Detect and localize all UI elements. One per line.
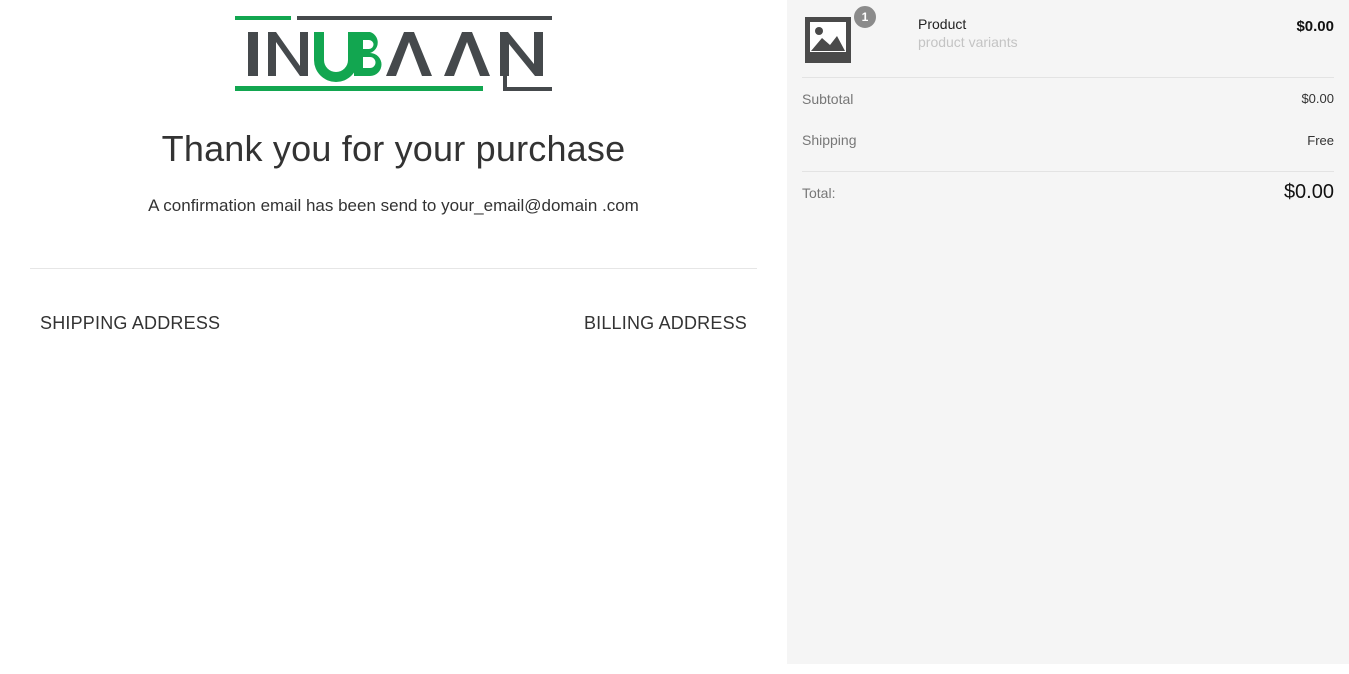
total-label: Total: — [802, 185, 836, 201]
subtotal-label: Subtotal — [802, 91, 854, 107]
shipping-value: Free — [1307, 133, 1334, 148]
quantity-badge: 1 — [853, 5, 877, 29]
section-divider — [30, 268, 757, 269]
product-variants: product variants — [918, 34, 1018, 50]
summary-divider — [802, 77, 1334, 78]
total-value: $0.00 — [1283, 181, 1334, 203]
total-divider — [802, 171, 1334, 172]
product-price: $0.00 — [1296, 18, 1334, 35]
product-name: Product — [918, 16, 967, 32]
shipping-address-title: SHIPPING ADDRESS — [40, 313, 221, 333]
image-placeholder-icon — [805, 17, 851, 63]
thank-you-heading: Thank you for your purchase — [161, 128, 626, 169]
shipping-label: Shipping — [802, 132, 857, 148]
order-summary-panel: 1 Product product variants $0.00 Subtota… — [787, 0, 1349, 664]
confirmation-panel: Thank you for your purchase A confirmati… — [0, 0, 787, 674]
confirmation-message: A confirmation email has been send to yo… — [148, 196, 639, 215]
inubaan-logo — [235, 16, 552, 91]
billing-address-title: BILLING ADDRESS — [583, 313, 747, 333]
subtotal-value: $0.00 — [1301, 91, 1334, 106]
